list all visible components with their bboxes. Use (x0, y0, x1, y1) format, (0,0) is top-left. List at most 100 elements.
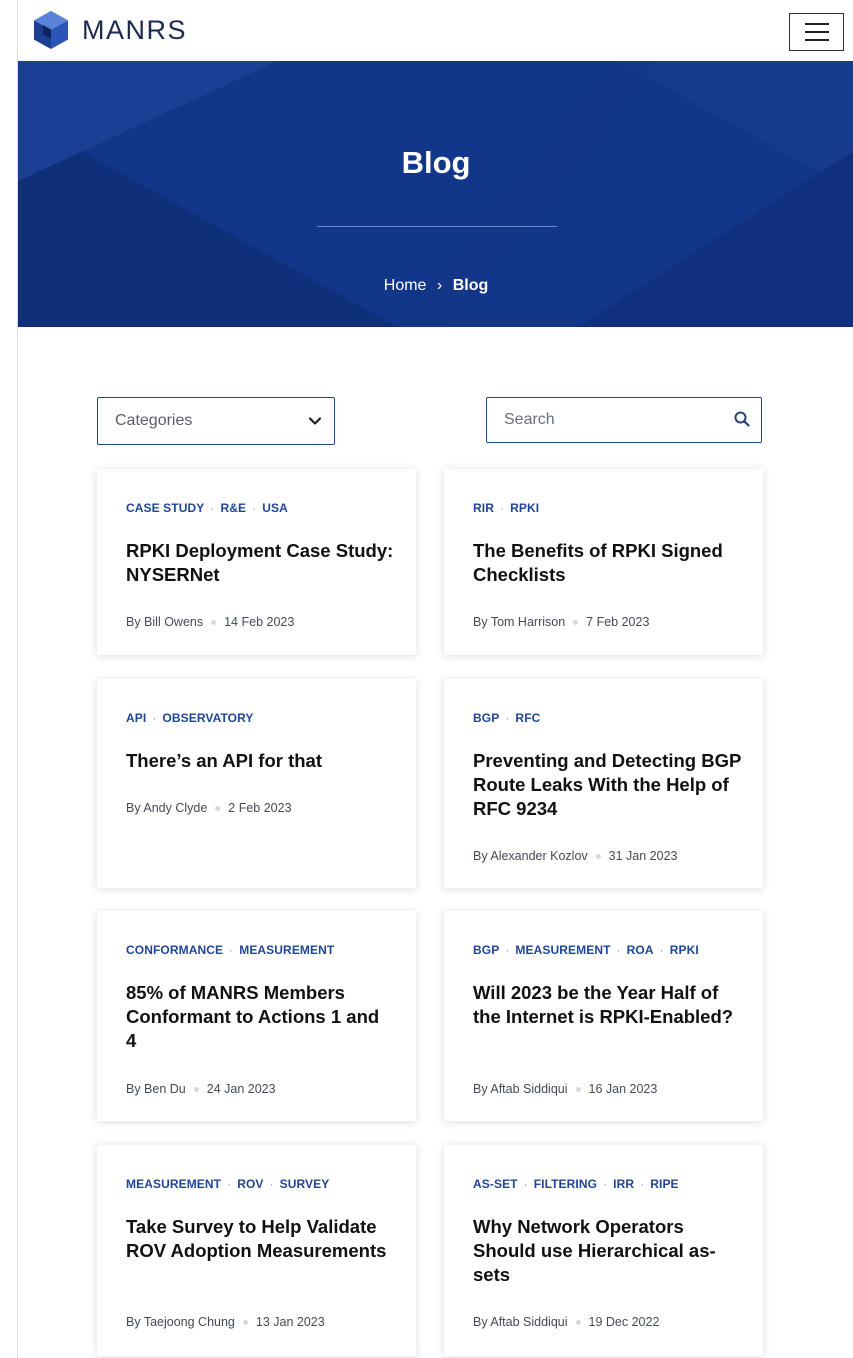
post-meta: By Aftab Siddiqui 19 Dec 2022 (473, 1315, 659, 1329)
post-tag-link[interactable]: RPKI (510, 501, 539, 515)
post-card[interactable]: BGP · MEASUREMENT · ROA · RPKI Will 2023 be the… (444, 911, 763, 1121)
manrs-logo-icon (34, 11, 68, 49)
post-tag-link[interactable]: MEASUREMENT (239, 943, 334, 957)
post-tags: AS-SET · FILTERING · IRR · RIPE (473, 1177, 679, 1191)
search-icon[interactable] (733, 410, 751, 428)
post-author: By Taejoong Chung (126, 1315, 235, 1329)
post-tag-link[interactable]: BGP (473, 711, 499, 725)
post-card[interactable]: BGP · RFC Preventing and Detecting BGP Rout… (444, 679, 763, 888)
meta-separator (242, 1320, 248, 1326)
post-tag-link[interactable]: ROA (627, 943, 654, 957)
post-date: 16 Jan 2023 (588, 1082, 658, 1096)
tag-separator: · (603, 1177, 608, 1191)
post-tag-link[interactable]: R&E (220, 501, 246, 515)
post-card[interactable]: API · OBSERVATORY There’s an API for that By… (97, 679, 416, 888)
post-tags: CONFORMANCE · MEASUREMENT (126, 943, 334, 957)
post-card[interactable]: CASE STUDY · R&E · USA RPKI Deployment Case S… (97, 469, 416, 655)
post-title-link[interactable]: Will 2023 be the Year Half of the Intern… (473, 981, 741, 1029)
post-tags: MEASUREMENT · ROV · SURVEY (126, 1177, 329, 1191)
categories-dropdown[interactable]: Categories (97, 397, 335, 445)
post-tag-link[interactable]: RPKI (670, 943, 699, 957)
post-title-link[interactable]: RPKI Deployment Case Study: NYSERNet (126, 539, 394, 587)
post-card[interactable]: AS-SET · FILTERING · IRR · RIPE Why Network Ope… (444, 1145, 763, 1356)
post-tag-link[interactable]: MEASUREMENT (515, 943, 610, 957)
categories-dropdown-value: Categories (115, 412, 193, 429)
post-tag-link[interactable]: USA (262, 501, 288, 515)
post-tags: API · OBSERVATORY (126, 711, 254, 725)
post-tag-link[interactable]: OBSERVATORY (162, 711, 253, 725)
breadcrumb: Home › Blog (18, 277, 853, 295)
tag-separator: · (616, 943, 621, 957)
breadcrumb-current: Blog (452, 277, 489, 294)
post-tag-link[interactable]: AS-SET (473, 1177, 518, 1191)
post-tags: CASE STUDY · R&E · USA (126, 501, 288, 515)
breadcrumb-separator: › (436, 277, 443, 294)
post-date: 7 Feb 2023 (586, 615, 650, 629)
post-tag-link[interactable]: ROV (237, 1177, 263, 1191)
meta-separator (575, 1320, 581, 1326)
post-date: 24 Jan 2023 (206, 1082, 276, 1096)
post-author: By Aftab Siddiqui (473, 1082, 568, 1096)
post-title-link[interactable]: The Benefits of RPKI Signed Checklists (473, 539, 741, 587)
title-divider (317, 226, 557, 227)
tag-separator: · (640, 1177, 645, 1191)
post-title-link[interactable]: Why Network Operators Should use Hierarc… (473, 1215, 741, 1287)
post-title-link[interactable]: Take Survey to Help Validate ROV Adoptio… (126, 1215, 394, 1263)
post-title-link[interactable]: There’s an API for that (126, 749, 394, 773)
tag-separator: · (252, 501, 257, 515)
search-input[interactable] (488, 399, 718, 441)
meta-separator (215, 806, 221, 812)
post-tag-link[interactable]: RIR (473, 501, 494, 515)
tag-separator: · (523, 1177, 528, 1191)
post-meta: By Tom Harrison 7 Feb 2023 (473, 615, 649, 629)
brand-logo[interactable]: MANRS (32, 10, 187, 50)
post-tags: RIR · RPKI (473, 501, 539, 515)
post-meta: By Bill Owens 14 Feb 2023 (126, 615, 294, 629)
post-author: By Bill Owens (126, 615, 204, 629)
post-author: By Aftab Siddiqui (473, 1315, 568, 1329)
meta-separator (573, 620, 579, 626)
menu-button[interactable] (789, 13, 844, 51)
tag-separator: · (499, 501, 505, 515)
hamburger-icon (804, 23, 829, 25)
meta-separator (193, 1087, 199, 1093)
post-title-link[interactable]: Preventing and Detecting BGP Route Leaks… (473, 749, 741, 821)
post-meta: By Taejoong Chung 13 Jan 2023 (126, 1315, 325, 1329)
tag-separator: · (505, 711, 510, 725)
post-meta: By Aftab Siddiqui 16 Jan 2023 (473, 1082, 657, 1096)
post-tags: BGP · RFC (473, 711, 540, 725)
meta-separator (595, 854, 601, 860)
post-tag-link[interactable]: FILTERING (534, 1177, 597, 1191)
breadcrumb-home-link[interactable]: Home (384, 277, 427, 294)
post-meta: By Andy Clyde 2 Feb 2023 (126, 801, 292, 815)
meta-separator (211, 620, 217, 626)
post-card[interactable]: RIR · RPKI The Benefits of RPKI Signed Chec… (444, 469, 763, 655)
tag-separator: · (210, 501, 215, 515)
post-card[interactable]: MEASUREMENT · ROV · SURVEY Take Survey to Hel… (97, 1145, 416, 1356)
post-card[interactable]: CONFORMANCE · MEASUREMENT 85% of MANRS Memb… (97, 911, 416, 1121)
search-box (486, 397, 762, 443)
post-author: By Alexander Kozlov (473, 849, 588, 863)
post-tag-link[interactable]: API (126, 711, 146, 725)
post-tag-link[interactable]: IRR (613, 1177, 634, 1191)
site-header: MANRS (18, 0, 853, 61)
tag-separator: · (505, 943, 510, 957)
post-author: By Andy Clyde (126, 801, 208, 815)
post-tag-link[interactable]: MEASUREMENT (126, 1177, 221, 1191)
chevron-down-icon (308, 417, 322, 425)
post-date: 14 Feb 2023 (224, 615, 295, 629)
post-tag-link[interactable]: SURVEY (280, 1177, 330, 1191)
post-tag-link[interactable]: RFC (515, 711, 540, 725)
post-date: 2 Feb 2023 (228, 801, 292, 815)
post-tag-link[interactable]: BGP (473, 943, 499, 957)
post-tag-link[interactable]: CONFORMANCE (126, 943, 223, 957)
tag-separator: · (269, 1177, 274, 1191)
brand-name: MANRS (82, 14, 188, 45)
post-tag-link[interactable]: CASE STUDY (126, 501, 204, 515)
meta-separator (575, 1087, 581, 1093)
post-tag-link[interactable]: RIPE (650, 1177, 678, 1191)
page: MANRS Blog Home › Blog Categories Search… (17, 0, 853, 1358)
post-title-link[interactable]: 85% of MANRS Members Conformant to Actio… (126, 981, 394, 1053)
tag-separator: · (152, 711, 157, 725)
post-meta: By Alexander Kozlov 31 Jan 2023 (473, 849, 677, 863)
